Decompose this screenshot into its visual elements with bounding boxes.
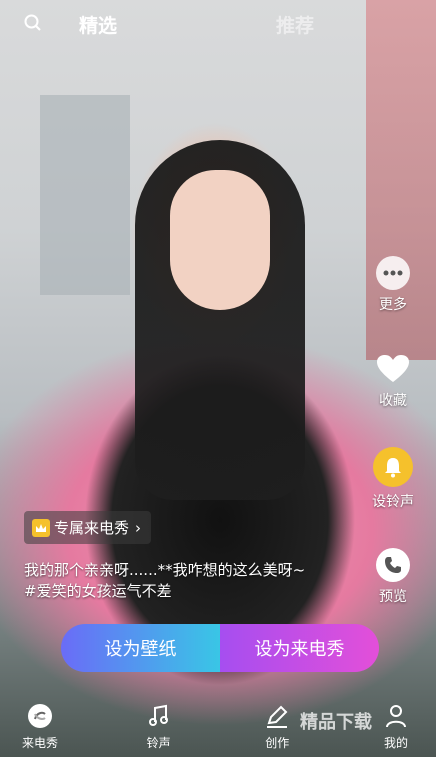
nav-callshow-label: 来电秀 — [21, 736, 58, 750]
nav-ringtone[interactable]: 铃声 — [119, 695, 199, 757]
nav-create-label: 创作 — [265, 736, 290, 750]
set-callshow-button[interactable]: 设为来电秀 — [220, 624, 379, 672]
chevron-right-icon: › — [135, 518, 142, 537]
heart-icon — [376, 352, 410, 386]
search-icon[interactable] — [24, 14, 42, 32]
background-building — [40, 95, 130, 295]
video-person-face — [170, 170, 270, 310]
bell-icon — [373, 447, 413, 487]
nav-callshow[interactable]: 来电秀 — [0, 695, 80, 757]
set-wallpaper-button[interactable]: 设为壁纸 — [61, 624, 220, 672]
top-bar: 精选 推荐 — [0, 0, 436, 50]
tab-featured[interactable]: 精选 — [79, 11, 117, 38]
set-ringtone-label: 设铃声 — [372, 494, 414, 510]
badge-label: 专属来电秀 — [54, 519, 130, 537]
video-description: 我的那个亲亲呀......**我咋想的这么美呀~ #爱笑的女孩运气不差 — [24, 560, 354, 602]
description-line-1: 我的那个亲亲呀......**我咋想的这么美呀~ — [24, 561, 306, 579]
user-icon — [385, 705, 406, 728]
callshow-icon — [28, 704, 52, 728]
nav-ringtone-label: 铃声 — [146, 736, 171, 750]
exclusive-callshow-badge[interactable]: 专属来电秀 › — [24, 511, 152, 544]
pencil-icon — [267, 705, 288, 728]
favorite-label: 收藏 — [379, 393, 407, 409]
phone-icon — [376, 548, 410, 582]
crown-icon — [32, 518, 50, 537]
tab-recommend[interactable]: 推荐 — [276, 11, 314, 38]
app-screen: 精选 推荐 更多 收藏 设铃声 预览 专属来电秀 › 我的那个亲亲呀......… — [0, 0, 436, 757]
set-ringtone-button[interactable]: 设铃声 — [364, 447, 422, 511]
description-line-2: #爱笑的女孩运气不差 — [24, 582, 172, 600]
nav-mine-label: 我的 — [383, 736, 408, 750]
more-icon — [376, 256, 410, 290]
watermark: 精品下载 — [300, 712, 372, 733]
preview-label: 预览 — [379, 589, 407, 605]
music-note-icon — [148, 704, 168, 726]
favorite-button[interactable]: 收藏 — [364, 352, 422, 410]
more-button[interactable]: 更多 — [364, 256, 422, 314]
action-buttons: 设为壁纸 设为来电秀 — [61, 624, 379, 672]
preview-button[interactable]: 预览 — [364, 548, 422, 606]
more-label: 更多 — [379, 297, 407, 313]
